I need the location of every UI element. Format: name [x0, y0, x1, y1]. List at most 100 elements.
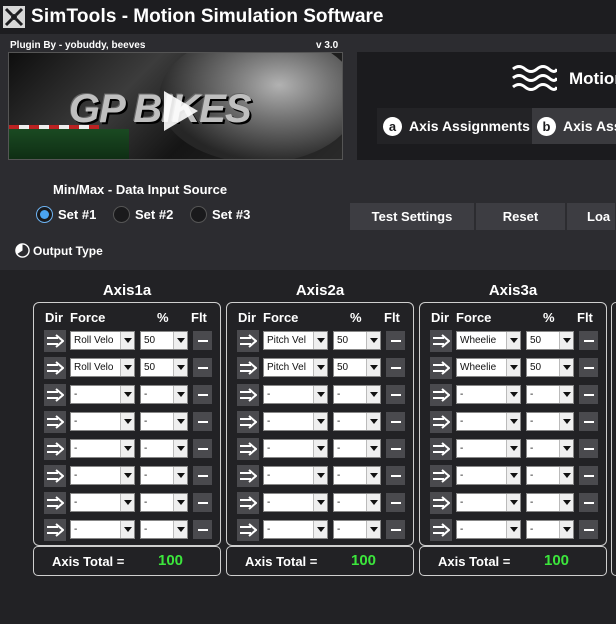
- direction-arrow-icon[interactable]: [430, 357, 452, 379]
- direction-arrow-icon[interactable]: [430, 330, 452, 352]
- chevron-down-icon[interactable]: [120, 413, 134, 430]
- radio-set-2[interactable]: Set #2: [113, 206, 173, 223]
- chevron-down-icon[interactable]: [506, 413, 520, 430]
- direction-arrow-icon[interactable]: [237, 357, 259, 379]
- chevron-down-icon[interactable]: [559, 467, 573, 484]
- chevron-down-icon[interactable]: [313, 332, 327, 349]
- force-dropdown[interactable]: Wheelie: [456, 331, 521, 350]
- tab-axis-assignments-b[interactable]: b Axis Ass: [532, 108, 616, 144]
- force-dropdown[interactable]: Roll Velo: [70, 331, 135, 350]
- percent-dropdown[interactable]: -: [140, 439, 188, 458]
- filter-minus-button[interactable]: [386, 358, 405, 377]
- chevron-down-icon[interactable]: [506, 494, 520, 511]
- filter-minus-button[interactable]: [386, 331, 405, 350]
- force-dropdown[interactable]: -: [263, 466, 328, 485]
- chevron-down-icon[interactable]: [120, 494, 134, 511]
- percent-dropdown[interactable]: -: [526, 466, 574, 485]
- filter-minus-button[interactable]: [579, 493, 598, 512]
- chevron-down-icon[interactable]: [506, 440, 520, 457]
- percent-dropdown[interactable]: -: [333, 493, 381, 512]
- chevron-down-icon[interactable]: [559, 494, 573, 511]
- force-dropdown[interactable]: -: [263, 385, 328, 404]
- direction-arrow-icon[interactable]: [44, 492, 66, 514]
- force-dropdown[interactable]: Roll Velo: [70, 358, 135, 377]
- percent-dropdown[interactable]: -: [526, 439, 574, 458]
- load-button[interactable]: Loa: [567, 203, 616, 230]
- chevron-down-icon[interactable]: [366, 440, 380, 457]
- chevron-down-icon[interactable]: [366, 359, 380, 376]
- chevron-down-icon[interactable]: [559, 332, 573, 349]
- percent-dropdown[interactable]: -: [140, 493, 188, 512]
- chevron-down-icon[interactable]: [173, 494, 187, 511]
- chevron-down-icon[interactable]: [173, 413, 187, 430]
- radio-set-3[interactable]: Set #3: [190, 206, 250, 223]
- chevron-down-icon[interactable]: [173, 359, 187, 376]
- filter-minus-button[interactable]: [579, 331, 598, 350]
- percent-dropdown[interactable]: 50: [140, 358, 188, 377]
- chevron-down-icon[interactable]: [366, 413, 380, 430]
- radio-set-1[interactable]: Set #1: [36, 206, 96, 223]
- chevron-down-icon[interactable]: [313, 521, 327, 538]
- chevron-down-icon[interactable]: [120, 332, 134, 349]
- chevron-down-icon[interactable]: [559, 440, 573, 457]
- direction-arrow-icon[interactable]: [237, 438, 259, 460]
- direction-arrow-icon[interactable]: [430, 438, 452, 460]
- direction-arrow-icon[interactable]: [237, 411, 259, 433]
- chevron-down-icon[interactable]: [313, 413, 327, 430]
- percent-dropdown[interactable]: -: [333, 385, 381, 404]
- filter-minus-button[interactable]: [193, 385, 212, 404]
- chevron-down-icon[interactable]: [313, 467, 327, 484]
- radio-button[interactable]: [36, 206, 53, 223]
- percent-dropdown[interactable]: 50: [526, 331, 574, 350]
- chevron-down-icon[interactable]: [506, 467, 520, 484]
- percent-dropdown[interactable]: 50: [333, 358, 381, 377]
- force-dropdown[interactable]: -: [263, 520, 328, 539]
- percent-dropdown[interactable]: -: [333, 466, 381, 485]
- percent-dropdown[interactable]: -: [140, 412, 188, 431]
- percent-dropdown[interactable]: -: [333, 439, 381, 458]
- force-dropdown[interactable]: -: [456, 412, 521, 431]
- chevron-down-icon[interactable]: [173, 386, 187, 403]
- percent-dropdown[interactable]: -: [140, 466, 188, 485]
- force-dropdown[interactable]: -: [263, 439, 328, 458]
- direction-arrow-icon[interactable]: [44, 330, 66, 352]
- chevron-down-icon[interactable]: [313, 386, 327, 403]
- filter-minus-button[interactable]: [579, 439, 598, 458]
- force-dropdown[interactable]: Wheelie: [456, 358, 521, 377]
- force-dropdown[interactable]: -: [70, 412, 135, 431]
- percent-dropdown[interactable]: 50: [140, 331, 188, 350]
- force-dropdown[interactable]: -: [456, 439, 521, 458]
- filter-minus-button[interactable]: [193, 358, 212, 377]
- output-type-toggle[interactable]: Output Type: [15, 243, 103, 258]
- direction-arrow-icon[interactable]: [237, 492, 259, 514]
- direction-arrow-icon[interactable]: [430, 384, 452, 406]
- force-dropdown[interactable]: -: [70, 385, 135, 404]
- test-settings-button[interactable]: Test Settings: [350, 203, 475, 230]
- chevron-down-icon[interactable]: [366, 467, 380, 484]
- direction-arrow-icon[interactable]: [44, 411, 66, 433]
- direction-arrow-icon[interactable]: [44, 438, 66, 460]
- force-dropdown[interactable]: -: [70, 466, 135, 485]
- direction-arrow-icon[interactable]: [237, 330, 259, 352]
- chevron-down-icon[interactable]: [559, 521, 573, 538]
- percent-dropdown[interactable]: -: [526, 385, 574, 404]
- chevron-down-icon[interactable]: [313, 494, 327, 511]
- force-dropdown[interactable]: -: [456, 385, 521, 404]
- filter-minus-button[interactable]: [579, 358, 598, 377]
- chevron-down-icon[interactable]: [120, 440, 134, 457]
- radio-button[interactable]: [190, 206, 207, 223]
- force-dropdown[interactable]: -: [70, 493, 135, 512]
- force-dropdown[interactable]: -: [70, 439, 135, 458]
- percent-dropdown[interactable]: 50: [333, 331, 381, 350]
- chevron-down-icon[interactable]: [506, 521, 520, 538]
- direction-arrow-icon[interactable]: [237, 384, 259, 406]
- chevron-down-icon[interactable]: [559, 413, 573, 430]
- percent-dropdown[interactable]: -: [333, 412, 381, 431]
- filter-minus-button[interactable]: [386, 520, 405, 539]
- chevron-down-icon[interactable]: [559, 359, 573, 376]
- chevron-down-icon[interactable]: [506, 386, 520, 403]
- chevron-down-icon[interactable]: [173, 440, 187, 457]
- chevron-down-icon[interactable]: [173, 521, 187, 538]
- direction-arrow-icon[interactable]: [237, 465, 259, 487]
- force-dropdown[interactable]: Pitch Vel: [263, 358, 328, 377]
